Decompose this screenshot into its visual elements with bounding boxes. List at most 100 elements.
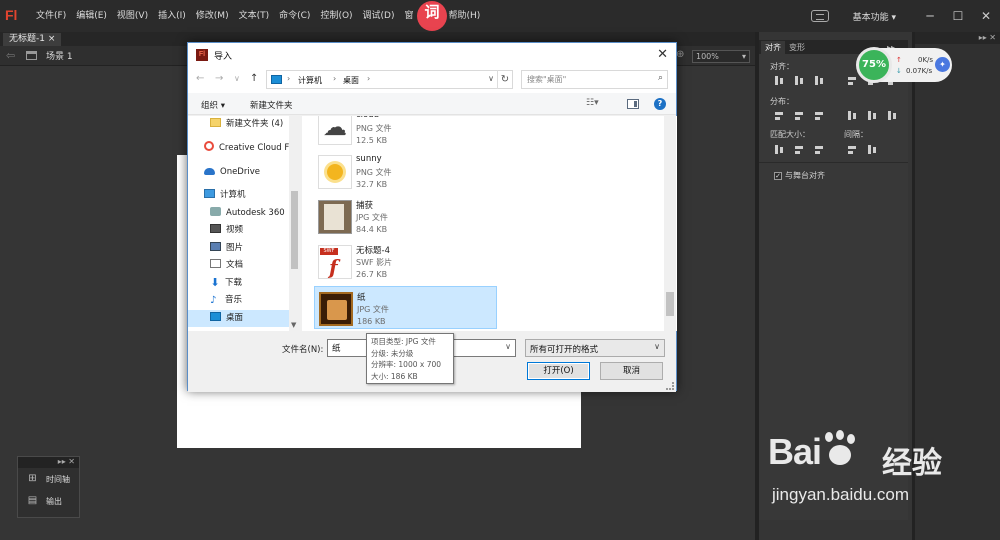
resize-grip-icon[interactable] [666,382,674,390]
scrollbar-thumb[interactable] [666,292,674,316]
file-size: 12.5 KB [356,136,388,145]
distribute-hcenter-icon[interactable] [866,110,879,122]
distribute-top-icon[interactable] [773,110,786,122]
nav-item-autodesk[interactable]: Autodesk 360 [188,205,289,222]
tab-align[interactable]: 对齐 [761,41,785,54]
dialog-close-button[interactable]: ✕ [657,47,668,62]
up-icon[interactable]: ↑ [250,73,258,84]
nav-item-desktop[interactable]: 桌面 [188,310,289,327]
distribute-left-icon[interactable] [846,110,859,122]
menu-view[interactable]: 视图(V) [112,0,153,32]
nav-item-computer[interactable]: 计算机 [188,187,289,204]
filename-dropdown-icon[interactable]: ∨ [505,342,511,351]
menu-modify[interactable]: 修改(M) [191,0,234,32]
network-speed-widget[interactable]: 75% ↑ 0K/s ↓ 0.07K/s ✦ [856,47,952,83]
menu-edit[interactable]: 编辑(E) [71,0,112,32]
menu-window[interactable]: 窗 [400,0,419,32]
organize-button[interactable]: 组织 ▾ [201,99,225,111]
menu-commands[interactable]: 命令(C) [274,0,315,32]
timeline-tab[interactable]: ⊞ 时间轴 [18,470,79,490]
document-tab[interactable]: 无标题-1 × [3,33,62,46]
align-to-stage-checkbox[interactable]: ✓ 与舞台对齐 [774,170,825,181]
nav-item-videos[interactable]: 视频 [188,222,289,239]
align-hcenter-icon[interactable] [793,75,806,87]
nav-item-documents[interactable]: 文档 [188,257,289,274]
align-top-icon[interactable] [846,75,859,87]
match-both-icon[interactable] [813,144,826,156]
sync-settings-icon[interactable] [810,10,829,22]
file-item-capture[interactable]: 捕获 JPG 文件 84.4 KB [314,195,497,238]
nav-item-music[interactable]: ♪ 音乐 [188,292,289,309]
tools-panel-controls[interactable]: ▸▸ ✕ [979,32,996,44]
file-item-cloud[interactable]: cloud PNG 文件 12.5 KB [314,116,497,149]
nav-item-downloads[interactable]: ⬇ 下载 [188,275,289,292]
tab-transform[interactable]: 变形 [785,41,809,54]
sun-thumbnail-icon [318,155,352,189]
help-icon[interactable]: ? [654,98,666,110]
zoom-select[interactable]: 100% [692,50,750,63]
scroll-down-icon[interactable]: ▼ [291,321,296,329]
file-item-sunny[interactable]: sunny PNG 文件 32.7 KB [314,150,497,193]
menu-text[interactable]: 文本(T) [234,0,275,32]
distribute-right-icon[interactable] [886,110,899,122]
forward-icon[interactable]: → [215,73,223,84]
file-type: JPG 文件 [357,305,389,314]
output-tab[interactable]: ▤ 输出 [18,492,79,512]
space-horizontal-icon[interactable] [866,144,879,156]
screenshot-thumbnail-icon [318,200,352,234]
paw-icon [821,430,861,468]
nav-item-creative-cloud[interactable]: Creative Cloud F [188,140,289,157]
cancel-button[interactable]: 取消 [600,362,663,380]
menu-file[interactable]: 文件(F) [36,0,71,32]
search-icon[interactable]: ⌕ [658,73,663,83]
distribute-bottom-icon[interactable] [813,110,826,122]
edit-symbols-icon[interactable]: ⊕ [676,49,684,60]
nav-item-label: 文档 [226,260,244,270]
distribute-section-label: 分布： [770,97,794,106]
back-icon[interactable]: ← [196,73,204,84]
nav-item-new-folder[interactable]: 新建文件夹 (4) [188,116,289,133]
maximize-button[interactable]: ☐ [944,9,972,23]
checkbox-box[interactable]: ✓ [774,171,782,180]
distribute-vcenter-icon[interactable] [793,110,806,122]
nav-item-pictures[interactable]: 图片 [188,240,289,257]
file-type-filter[interactable]: 所有可打开的格式 ∨ [525,339,665,357]
search-input[interactable]: 搜索"桌面" ⌕ [521,70,668,89]
open-button[interactable]: 打开(O) [527,362,590,380]
workspace-switcher[interactable]: 基本功能 ▾ [853,10,896,23]
nav-item-onedrive[interactable]: OneDrive [188,164,289,181]
menu-debug[interactable]: 调试(D) [358,0,400,32]
align-left-icon[interactable] [773,75,786,87]
dictionary-overlay-icon[interactable]: 词 [417,1,447,31]
address-dropdown-icon[interactable]: ∨ [488,74,494,83]
space-vertical-icon[interactable] [846,144,859,156]
view-options-icon[interactable]: ☷▾ [586,98,604,110]
breadcrumb-computer[interactable]: 计算机 [298,75,322,86]
nav-item-label: 新建文件夹 (4) [226,119,284,129]
breadcrumb-desktop[interactable]: 桌面 [343,75,359,86]
align-section-label: 对齐： [770,62,794,71]
watermark-logo: Bai [768,430,861,473]
match-height-icon[interactable] [793,144,806,156]
rocket-icon[interactable]: ✦ [935,57,950,72]
timeline-label: 时间轴 [46,475,70,484]
file-item-paper[interactable]: 纸 JPG 文件 186 KB [314,286,497,329]
minimize-button[interactable]: ─ [916,9,944,23]
match-width-icon[interactable] [773,144,786,156]
menu-control[interactable]: 控制(O) [315,0,357,32]
align-right-icon[interactable] [813,75,826,87]
recent-dropdown-icon[interactable]: ∨ [234,74,240,83]
preview-pane-icon[interactable] [627,99,639,109]
menu-insert[interactable]: 插入(I) [153,0,191,32]
refresh-icon[interactable]: ↻ [497,70,512,89]
file-list-scrollbar[interactable] [664,116,676,331]
nav-pane-scrollbar[interactable]: ▼ [289,116,300,331]
filter-value: 所有可打开的格式 [530,345,599,355]
address-bar[interactable]: › 计算机 › 桌面 › ∨ [266,70,513,89]
scrollbar-thumb[interactable] [291,191,298,269]
panel-controls[interactable]: ▸▸ ✕ [58,457,75,467]
back-arrow-icon[interactable]: ⇦ [6,49,15,62]
file-item-swf[interactable]: SWF f 无标题-4 SWF 影片 26.7 KB [314,240,497,283]
new-folder-button[interactable]: 新建文件夹 [250,99,293,111]
close-button[interactable]: ✕ [972,9,1000,23]
